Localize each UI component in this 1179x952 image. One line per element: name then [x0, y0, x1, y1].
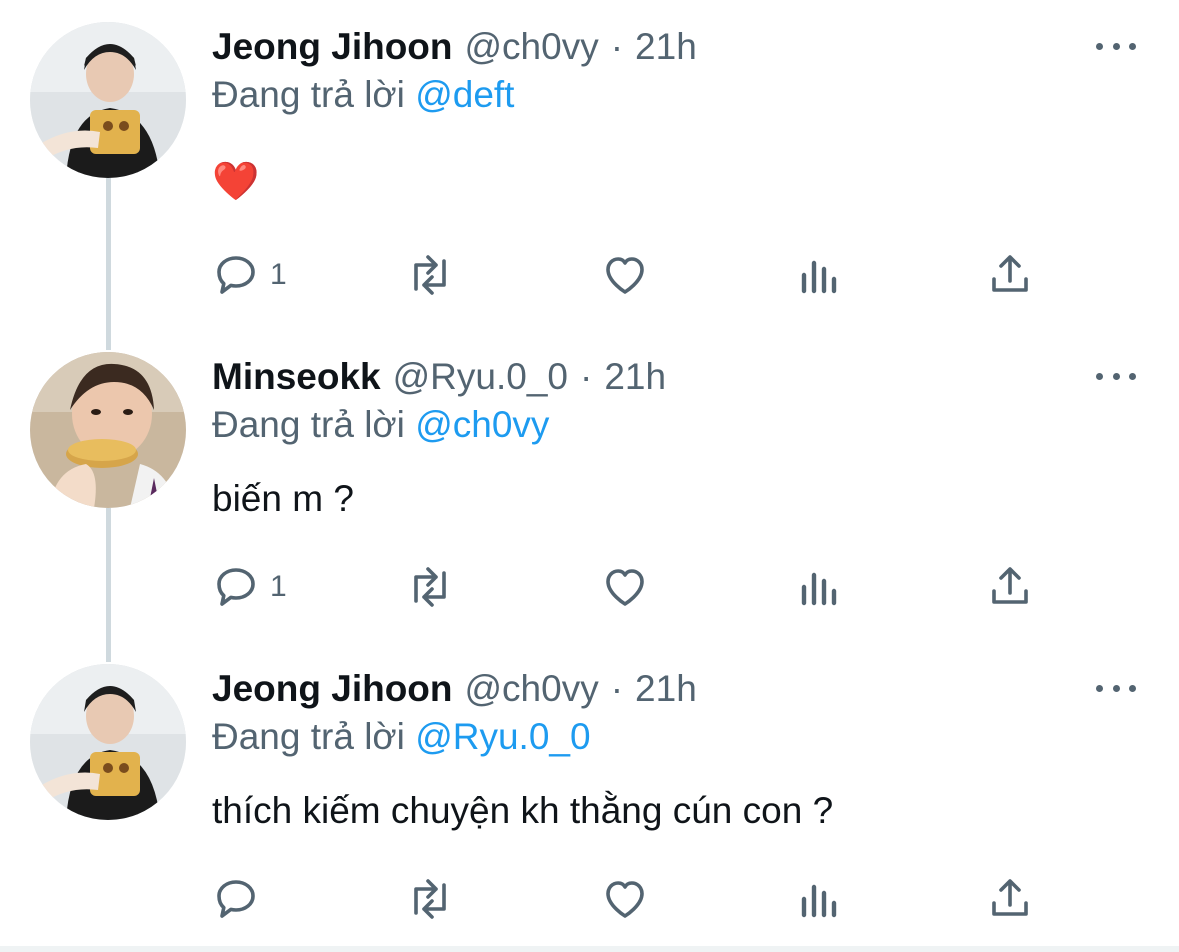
- tweet[interactable]: Jeong Jihoon @ch0vy · 21h Đang trả lời @…: [0, 22, 1179, 322]
- replying-prefix: Đang trả lời: [212, 74, 405, 115]
- like-button[interactable]: [600, 874, 650, 924]
- more-dots-icon[interactable]: [1096, 36, 1136, 56]
- retweet-button[interactable]: [404, 874, 456, 924]
- replying-to: Đang trả lời @Ryu.0_0: [212, 716, 591, 758]
- author-handle[interactable]: @Ryu.0_0: [393, 356, 568, 398]
- heart-icon: [600, 563, 650, 611]
- tweet-text: biến m ?: [212, 478, 354, 519]
- heart-icon: [600, 251, 650, 299]
- avatar[interactable]: [30, 664, 186, 820]
- author-handle[interactable]: @ch0vy: [465, 26, 599, 68]
- author-handle[interactable]: @ch0vy: [465, 668, 599, 710]
- divider: [0, 946, 1179, 952]
- views-button[interactable]: [798, 874, 838, 924]
- separator-dot: ·: [610, 668, 624, 709]
- more-dots-icon[interactable]: [1096, 366, 1136, 386]
- speech-bubble-icon: [212, 563, 260, 611]
- share-upload-icon: [986, 563, 1034, 611]
- replying-prefix: Đang trả lời: [212, 404, 405, 445]
- retweet-icon: [404, 251, 456, 299]
- reply-count: 1: [270, 570, 287, 603]
- views-button[interactable]: [798, 562, 838, 612]
- separator-dot: ·: [610, 26, 624, 67]
- like-button[interactable]: [600, 562, 650, 612]
- reply-button[interactable]: [212, 874, 270, 924]
- tweet-header: Minseokk @Ryu.0_0 · 21h: [212, 352, 666, 402]
- mention-link[interactable]: @Ryu.0_0: [415, 716, 590, 757]
- heart-icon: [600, 875, 650, 923]
- author-name[interactable]: Jeong Jihoon: [212, 26, 453, 68]
- retweet-button[interactable]: [404, 562, 456, 612]
- bar-chart-icon: [798, 563, 838, 611]
- timestamp[interactable]: 21h: [604, 356, 666, 398]
- action-bar: 1: [212, 562, 1042, 612]
- separator-dot: ·: [580, 356, 593, 397]
- timestamp[interactable]: 21h: [635, 26, 697, 68]
- speech-bubble-icon: [212, 251, 260, 299]
- more-dots-icon[interactable]: [1096, 678, 1136, 698]
- avatar[interactable]: [30, 352, 186, 508]
- retweet-icon: [404, 875, 456, 923]
- author-name[interactable]: Minseokk: [212, 356, 381, 398]
- timestamp[interactable]: 21h: [635, 668, 697, 710]
- tweet[interactable]: Jeong Jihoon @ch0vy · 21h Đang trả lời @…: [0, 664, 1179, 944]
- action-bar: 1: [212, 250, 1042, 300]
- retweet-button[interactable]: [404, 250, 456, 300]
- heart-emoji: ❤️: [212, 161, 260, 203]
- share-button[interactable]: [986, 874, 1034, 924]
- tweet-header: Jeong Jihoon @ch0vy · 21h: [212, 664, 697, 714]
- share-button[interactable]: [986, 562, 1034, 612]
- reply-button[interactable]: 1: [212, 250, 287, 300]
- share-upload-icon: [986, 251, 1034, 299]
- mention-link[interactable]: @deft: [415, 74, 514, 115]
- replying-prefix: Đang trả lời: [212, 716, 405, 757]
- avatar[interactable]: [30, 22, 186, 178]
- bar-chart-icon: [798, 251, 838, 299]
- mention-link[interactable]: @ch0vy: [415, 404, 549, 445]
- share-upload-icon: [986, 875, 1034, 923]
- bar-chart-icon: [798, 875, 838, 923]
- like-button[interactable]: [600, 250, 650, 300]
- replying-to: Đang trả lời @ch0vy: [212, 404, 549, 446]
- speech-bubble-icon: [212, 875, 260, 923]
- action-bar: [212, 874, 1042, 924]
- views-button[interactable]: [798, 250, 838, 300]
- tweet-text: thích kiếm chuyện kh thằng cún con ?: [212, 790, 834, 831]
- replying-to: Đang trả lời @deft: [212, 74, 514, 116]
- reply-button[interactable]: 1: [212, 562, 287, 612]
- author-name[interactable]: Jeong Jihoon: [212, 668, 453, 710]
- tweet-header: Jeong Jihoon @ch0vy · 21h: [212, 22, 697, 72]
- reply-count: 1: [270, 258, 287, 291]
- tweet[interactable]: Minseokk @Ryu.0_0 · 21h Đang trả lời @ch…: [0, 352, 1179, 652]
- retweet-icon: [404, 563, 456, 611]
- tweet-text: ❤️: [212, 160, 259, 204]
- share-button[interactable]: [986, 250, 1034, 300]
